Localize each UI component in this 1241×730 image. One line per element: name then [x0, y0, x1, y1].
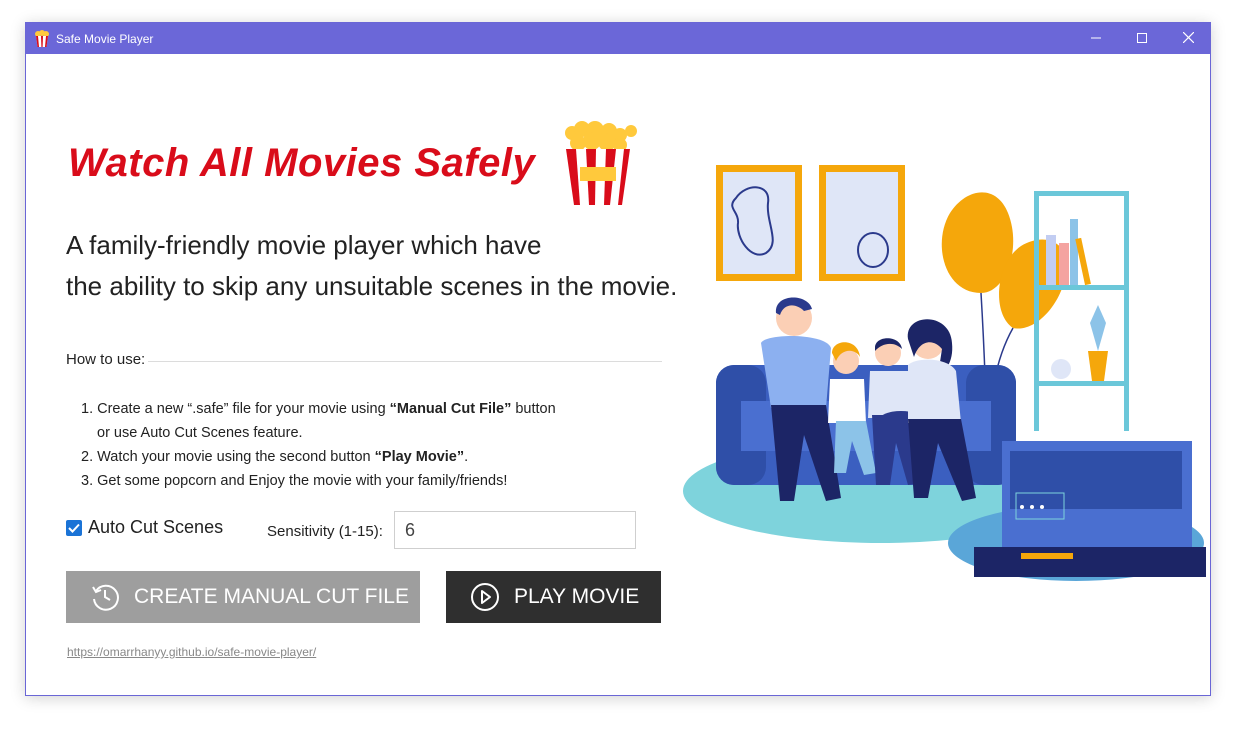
- list-item: 3. Get some popcorn and Enjoy the movie …: [81, 469, 556, 493]
- page-subtitle: A family-friendly movie player which hav…: [66, 225, 677, 307]
- instructions-list: 1. Create a new “.safe” file for your mo…: [81, 397, 556, 493]
- step-1-continuation: or use Auto Cut Scenes feature.: [97, 425, 303, 441]
- step-2-text: 2. Watch your movie using the second but…: [81, 449, 375, 465]
- play-movie-label: PLAY MOVIE: [514, 585, 640, 608]
- history-icon: [90, 582, 120, 612]
- maximize-icon: [1137, 30, 1147, 48]
- auto-cut-scenes-checkbox[interactable]: Auto Cut Scenes: [66, 517, 223, 538]
- create-manual-cut-file-button[interactable]: CREATE MANUAL CUT FILE: [66, 571, 420, 623]
- step-2-suffix: .: [464, 449, 469, 465]
- list-item: 2. Watch your movie using the second but…: [81, 445, 556, 469]
- family-watching-tv-illustration: [683, 165, 1206, 581]
- title-bar[interactable]: Safe Movie Player: [26, 23, 1210, 54]
- minimize-button[interactable]: [1073, 23, 1119, 54]
- maximize-button[interactable]: [1119, 23, 1165, 54]
- step-2-bold: “Play Movie”: [374, 449, 465, 465]
- subtitle-line-2: the ability to skip any unsuitable scene…: [66, 271, 678, 301]
- minimize-icon: [1091, 30, 1101, 48]
- step-1-suffix: button: [511, 401, 556, 417]
- list-item: or use Auto Cut Scenes feature.: [81, 421, 556, 445]
- subtitle-line-1: A family-friendly movie player which hav…: [66, 230, 542, 260]
- step-3-text: 3. Get some popcorn and Enjoy the movie …: [81, 473, 508, 489]
- window-title: Safe Movie Player: [56, 32, 154, 46]
- play-movie-button[interactable]: PLAY MOVIE: [446, 571, 661, 623]
- popcorn-icon: [34, 30, 50, 48]
- popcorn-icon: [558, 121, 648, 209]
- divider: [148, 361, 662, 362]
- how-to-use-heading: How to use:: [66, 351, 146, 368]
- page-headline: Watch All Movies Safely: [68, 141, 536, 185]
- app-window: Safe Movie Player Watch All Movies Safel…: [25, 22, 1211, 696]
- manual-cut-label: CREATE MANUAL CUT FILE: [134, 585, 409, 608]
- auto-cut-label: Auto Cut Scenes: [88, 517, 224, 537]
- checkbox-checked-icon[interactable]: [66, 519, 82, 536]
- project-website-link[interactable]: https://omarrhanyy.github.io/safe-movie-…: [67, 645, 316, 659]
- step-1-text: 1. Create a new “.safe” file for your mo…: [81, 401, 390, 417]
- close-icon: [1182, 30, 1194, 48]
- close-button[interactable]: [1165, 23, 1210, 54]
- list-item: 1. Create a new “.safe” file for your mo…: [81, 397, 556, 421]
- step-1-bold: “Manual Cut File”: [389, 401, 512, 417]
- sensitivity-input[interactable]: [394, 511, 636, 549]
- sensitivity-label: Sensitivity (1-15):: [267, 523, 383, 540]
- play-circle-icon: [470, 582, 500, 612]
